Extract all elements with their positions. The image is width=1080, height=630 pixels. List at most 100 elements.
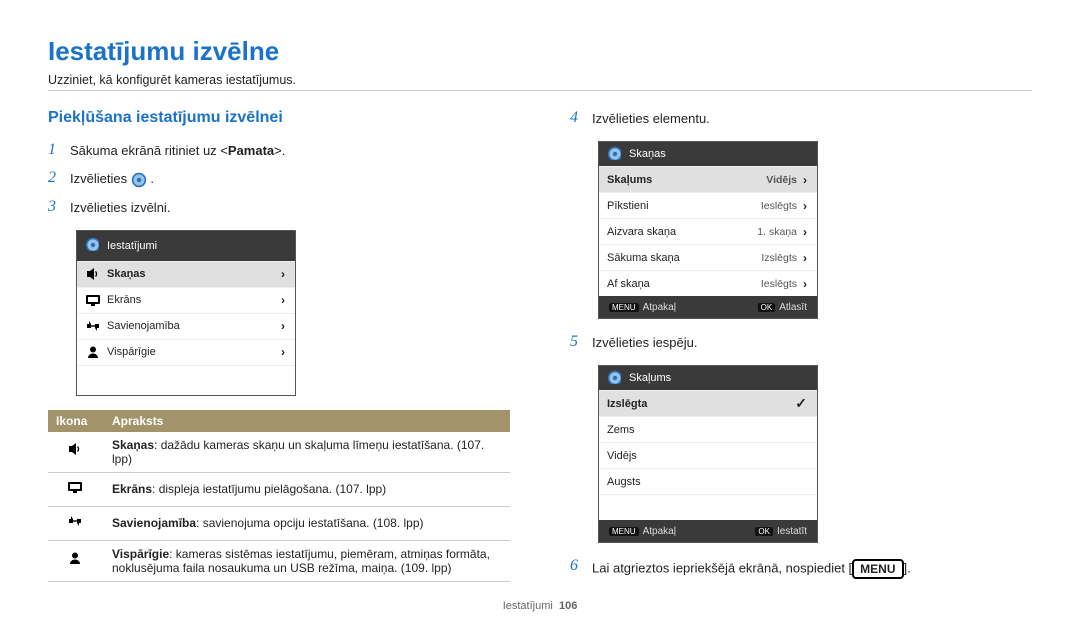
camera-row-shutter[interactable]: Aizvara skaņa 1. skaņa › — [599, 218, 817, 244]
speaker-icon — [48, 432, 104, 473]
step-number: 5 — [570, 333, 592, 351]
row-label: Af skaņa — [607, 278, 761, 290]
desc-cell: Savienojamība: savienojuma opciju iestat… — [104, 506, 510, 540]
chevron-right-icon: › — [803, 251, 807, 265]
step-text: Lai atgrieztos iepriekšējā ekrānā, nospi… — [592, 557, 1032, 579]
row-value: Vidējs — [766, 174, 803, 186]
ok-badge-icon: OK — [758, 303, 776, 312]
desc-cell: Vispārīgie: kameras sistēmas iestatījumu… — [104, 540, 510, 581]
table-row: Skaņas: dažādu kameras skaņu un skaļuma … — [48, 432, 510, 473]
page-footer: Iestatījumi 106 — [0, 600, 1080, 612]
menu-badge-icon: MENU — [609, 303, 639, 312]
camera-row-general[interactable]: Vispārīgie › — [77, 339, 295, 365]
th-icon: Ikona — [48, 410, 104, 432]
divider — [48, 90, 1032, 91]
step-1: 1 Sākuma ekrānā ritiniet uz <Pamata>. — [48, 141, 510, 159]
camera-header: Skaļums — [599, 366, 817, 390]
chevron-right-icon: › — [803, 199, 807, 213]
section-subtitle: Piekļūšana iestatījumu izvēlnei — [48, 109, 510, 127]
connectivity-icon — [85, 318, 107, 334]
step-text: Izvēlieties izvēlni. — [70, 198, 510, 215]
step-2: 2 Izvēlieties . — [48, 169, 510, 188]
camera-footer: MENU Atpakaļ OK Atlasīt — [599, 296, 817, 318]
camera-row-empty — [599, 494, 817, 520]
page-number: 106 — [559, 600, 577, 612]
step-number: 2 — [48, 169, 70, 187]
gear-icon — [607, 370, 621, 387]
camera-option-medium[interactable]: Vidējs — [599, 442, 817, 468]
footer-back: Atpakaļ — [643, 526, 676, 537]
camera-row-connectivity[interactable]: Savienojamība › — [77, 313, 295, 339]
chevron-right-icon: › — [803, 225, 807, 239]
row-label: Izslēgta — [607, 398, 795, 410]
row-label: Augsts — [607, 476, 807, 488]
camera-screen-volume: Skaļums Izslēgta ✓ Zems Vidējs Augsts — [598, 365, 818, 543]
desc-cell: Skaņas: dažādu kameras skaņu un skaļuma … — [104, 432, 510, 473]
camera-row-volume[interactable]: Skaļums Vidējs › — [599, 166, 817, 192]
table-row: Savienojamība: savienojuma opciju iestat… — [48, 506, 510, 540]
row-label: Savienojamība — [107, 320, 281, 332]
row-label: Zems — [607, 424, 807, 436]
check-icon: ✓ — [795, 395, 807, 412]
connectivity-icon — [48, 506, 104, 540]
step-number: 4 — [570, 109, 592, 127]
row-label: Vispārīgie — [107, 346, 281, 358]
step-4: 4 Izvēlieties elementu. — [570, 109, 1032, 127]
step-text: Izvēlieties elementu. — [592, 109, 1032, 126]
step-3: 3 Izvēlieties izvēlni. — [48, 198, 510, 216]
footer-section: Iestatījumi — [503, 600, 553, 612]
footer-action: Atlasīt — [779, 302, 807, 313]
footer-back: Atpakaļ — [643, 302, 676, 313]
row-label: Aizvara skaņa — [607, 226, 757, 238]
right-column: 4 Izvēlieties elementu. Skaņas Skaļums V… — [570, 109, 1032, 589]
chevron-right-icon: › — [281, 293, 285, 307]
chevron-right-icon: › — [281, 267, 285, 281]
camera-row-afsound[interactable]: Af skaņa Ieslēgts › — [599, 270, 817, 296]
screen-icon — [48, 472, 104, 506]
camera-row-startup[interactable]: Sākuma skaņa Izslēgts › — [599, 244, 817, 270]
screen-icon — [85, 292, 107, 308]
camera-row-empty — [77, 365, 295, 395]
menu-badge-icon: MENU — [609, 527, 639, 536]
camera-screen-sounds: Skaņas Skaļums Vidējs › Pīkstieni Ieslēg… — [598, 141, 818, 319]
table-row: Ekrāns: displeja iestatījumu pielāgošana… — [48, 472, 510, 506]
camera-option-high[interactable]: Augsts — [599, 468, 817, 494]
step-number: 6 — [570, 557, 592, 575]
row-label: Sākuma skaņa — [607, 252, 761, 264]
camera-list: Skaļums Vidējs › Pīkstieni Ieslēgts › Ai… — [599, 166, 817, 296]
row-label: Vidējs — [607, 450, 807, 462]
user-icon — [85, 344, 107, 360]
camera-row-sounds[interactable]: Skaņas › — [77, 261, 295, 287]
camera-option-low[interactable]: Zems — [599, 416, 817, 442]
camera-footer: MENU Atpakaļ OK Iestatīt — [599, 520, 817, 542]
step2-post: . — [150, 171, 154, 186]
camera-title: Skaņas — [629, 148, 666, 160]
intro-text: Uzziniet, kā konfigurēt kameras iestatīj… — [48, 73, 1032, 87]
chevron-right-icon: › — [803, 173, 807, 187]
row-value: Ieslēgts — [761, 200, 803, 212]
camera-row-screen[interactable]: Ekrāns › — [77, 287, 295, 313]
speaker-icon — [85, 266, 107, 282]
step-6: 6 Lai atgrieztos iepriekšējā ekrānā, nos… — [570, 557, 1032, 579]
page-title: Iestatījumu izvēlne — [48, 36, 1032, 67]
camera-list: Izslēgta ✓ Zems Vidējs Augsts — [599, 390, 817, 520]
camera-list: Skaņas › Ekrāns › Savienojamība › Vispār… — [77, 261, 295, 395]
camera-row-beeps[interactable]: Pīkstieni Ieslēgts › — [599, 192, 817, 218]
camera-option-off[interactable]: Izslēgta ✓ — [599, 390, 817, 416]
icon-description-table: Ikona Apraksts Skaņas: dažādu kameras sk… — [48, 410, 510, 582]
ok-badge-icon: OK — [755, 527, 773, 536]
camera-header: Iestatījumi — [77, 231, 295, 261]
menu-button-badge: MENU — [852, 559, 903, 579]
gear-icon — [131, 171, 147, 188]
row-label: Pīkstieni — [607, 200, 761, 212]
user-icon — [48, 540, 104, 581]
camera-title: Iestatījumi — [107, 240, 157, 252]
step-text: Izvēlieties iespēju. — [592, 333, 1032, 350]
row-label: Ekrāns — [107, 294, 281, 306]
row-label: Skaļums — [607, 174, 766, 186]
step-number: 1 — [48, 141, 70, 159]
desc-cell: Ekrāns: displeja iestatījumu pielāgošana… — [104, 472, 510, 506]
chevron-right-icon: › — [281, 319, 285, 333]
step-5: 5 Izvēlieties iespēju. — [570, 333, 1032, 351]
row-label: Skaņas — [107, 268, 281, 280]
